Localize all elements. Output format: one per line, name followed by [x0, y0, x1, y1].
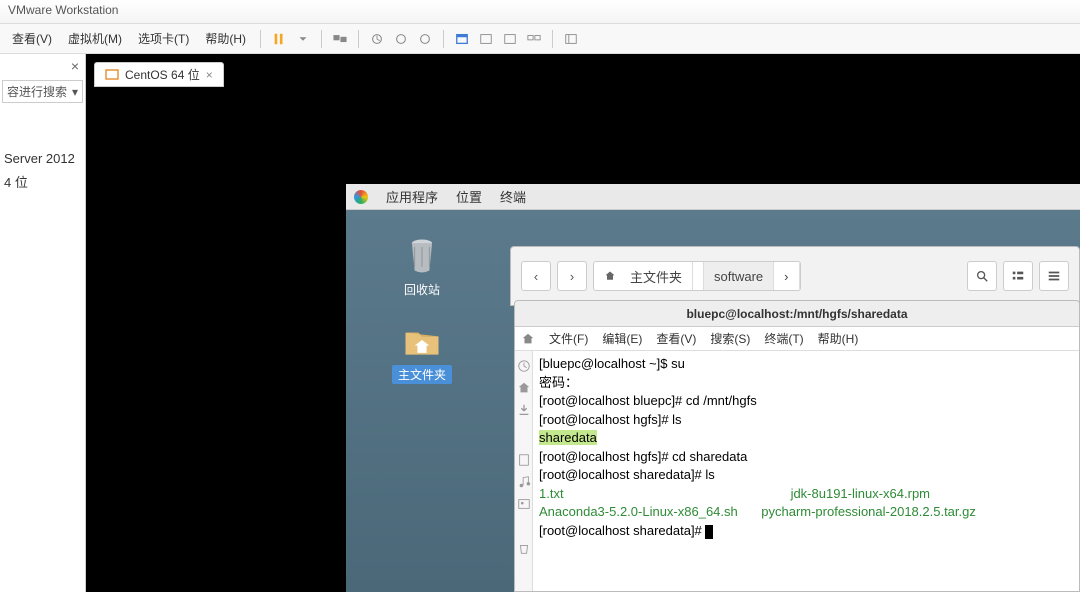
term-menu-view[interactable]: 查看(V)	[656, 330, 696, 347]
library-item[interactable]: Server 2012	[0, 149, 85, 168]
home-icon	[604, 270, 616, 282]
path-bar: 主文件夹 software ›	[593, 261, 801, 291]
gnome-places[interactable]: 位置	[456, 187, 482, 206]
recent-icon[interactable]	[517, 359, 531, 373]
documents-icon[interactable]	[517, 453, 531, 467]
snapshot-manage-icon[interactable]	[415, 29, 435, 49]
search-button[interactable]	[967, 261, 997, 291]
music-icon[interactable]	[517, 475, 531, 489]
term-menu-help[interactable]: 帮助(H)	[818, 330, 859, 347]
gnome-terminal[interactable]: 终端	[500, 187, 526, 206]
home-folder-icon[interactable]: 主文件夹	[392, 318, 452, 384]
term-menu-search[interactable]: 搜索(S)	[710, 330, 750, 347]
path-software[interactable]: software	[704, 262, 774, 290]
home-icon[interactable]	[517, 381, 531, 395]
home-icon[interactable]	[521, 332, 535, 346]
menu-vm[interactable]: 虚拟机(M)	[60, 26, 130, 51]
library-panel: × 容进行搜索 ▾ Server 2012 4 位	[0, 54, 86, 592]
file-manager-toolbar: ‹ › 主文件夹 software ›	[510, 246, 1080, 306]
home-label: 主文件夹	[392, 365, 452, 384]
pause-icon[interactable]	[269, 29, 289, 49]
chevron-down-icon: ▾	[72, 85, 78, 99]
library-icon[interactable]	[561, 29, 581, 49]
downloads-icon[interactable]	[517, 403, 531, 417]
cursor	[705, 525, 713, 539]
search-icon	[975, 269, 989, 283]
list-icon	[1011, 269, 1025, 283]
snapshot-icon[interactable]	[367, 29, 387, 49]
hamburger-button[interactable]	[1039, 261, 1069, 291]
dropdown-icon[interactable]	[293, 29, 313, 49]
highlighted-dir: sharedata	[539, 430, 597, 445]
gnome-top-bar: 应用程序 位置 终端	[346, 184, 1080, 210]
window-title: VMware Workstation	[0, 0, 1080, 24]
trash-icon[interactable]	[517, 541, 531, 555]
thumbnail-icon[interactable]	[500, 29, 520, 49]
menu-help[interactable]: 帮助(H)	[197, 26, 254, 51]
menu-tabs[interactable]: 选项卡(T)	[130, 26, 197, 51]
close-icon[interactable]: ×	[206, 68, 213, 82]
term-menu-edit[interactable]: 编辑(E)	[602, 330, 642, 347]
snapshot-revert-icon[interactable]	[391, 29, 411, 49]
search-placeholder: 容进行搜索	[7, 83, 67, 100]
path-home[interactable]: 主文件夹	[594, 262, 704, 290]
trash-icon[interactable]: 回收站	[392, 234, 452, 298]
multi-monitor-icon[interactable]	[524, 29, 544, 49]
term-menu-term[interactable]: 终端(T)	[764, 330, 803, 347]
library-item[interactable]: 4 位	[0, 170, 85, 193]
back-button[interactable]: ‹	[521, 261, 551, 291]
vm-tab-label: CentOS 64 位	[125, 66, 200, 83]
app-menubar: 查看(V) 虚拟机(M) 选项卡(T) 帮助(H)	[0, 24, 1080, 54]
gnome-apps[interactable]: 应用程序	[386, 187, 438, 206]
terminal-title: bluepc@localhost:/mnt/hgfs/sharedata	[515, 301, 1079, 327]
path-next[interactable]: ›	[774, 262, 799, 290]
close-icon[interactable]: ×	[71, 58, 79, 74]
fullscreen-icon[interactable]	[452, 29, 472, 49]
places-sidebar	[515, 351, 533, 591]
activities-icon[interactable]	[354, 190, 368, 204]
trash-label: 回收站	[392, 281, 452, 298]
menu-icon	[1047, 269, 1061, 283]
view-list-button[interactable]	[1003, 261, 1033, 291]
menu-view[interactable]: 查看(V)	[4, 26, 60, 51]
terminal-output[interactable]: [bluepc@localhost ~]$ su 密码： [root@local…	[533, 351, 1079, 591]
unity-icon[interactable]	[476, 29, 496, 49]
term-menu-file[interactable]: 文件(F)	[549, 330, 588, 347]
terminal-window: bluepc@localhost:/mnt/hgfs/sharedata 文件(…	[514, 300, 1080, 592]
vm-tab[interactable]: CentOS 64 位 ×	[94, 62, 224, 87]
forward-button[interactable]: ›	[557, 261, 587, 291]
library-search[interactable]: 容进行搜索 ▾	[2, 80, 83, 103]
pictures-icon[interactable]	[517, 497, 531, 511]
vm-icon	[105, 68, 119, 82]
send-ctrl-alt-del-icon[interactable]	[330, 29, 350, 49]
terminal-menubar: 文件(F) 编辑(E) 查看(V) 搜索(S) 终端(T) 帮助(H)	[515, 327, 1079, 351]
vm-display: CentOS 64 位 × 应用程序 位置 终端 回收站 主文件夹 技术	[86, 54, 1080, 592]
